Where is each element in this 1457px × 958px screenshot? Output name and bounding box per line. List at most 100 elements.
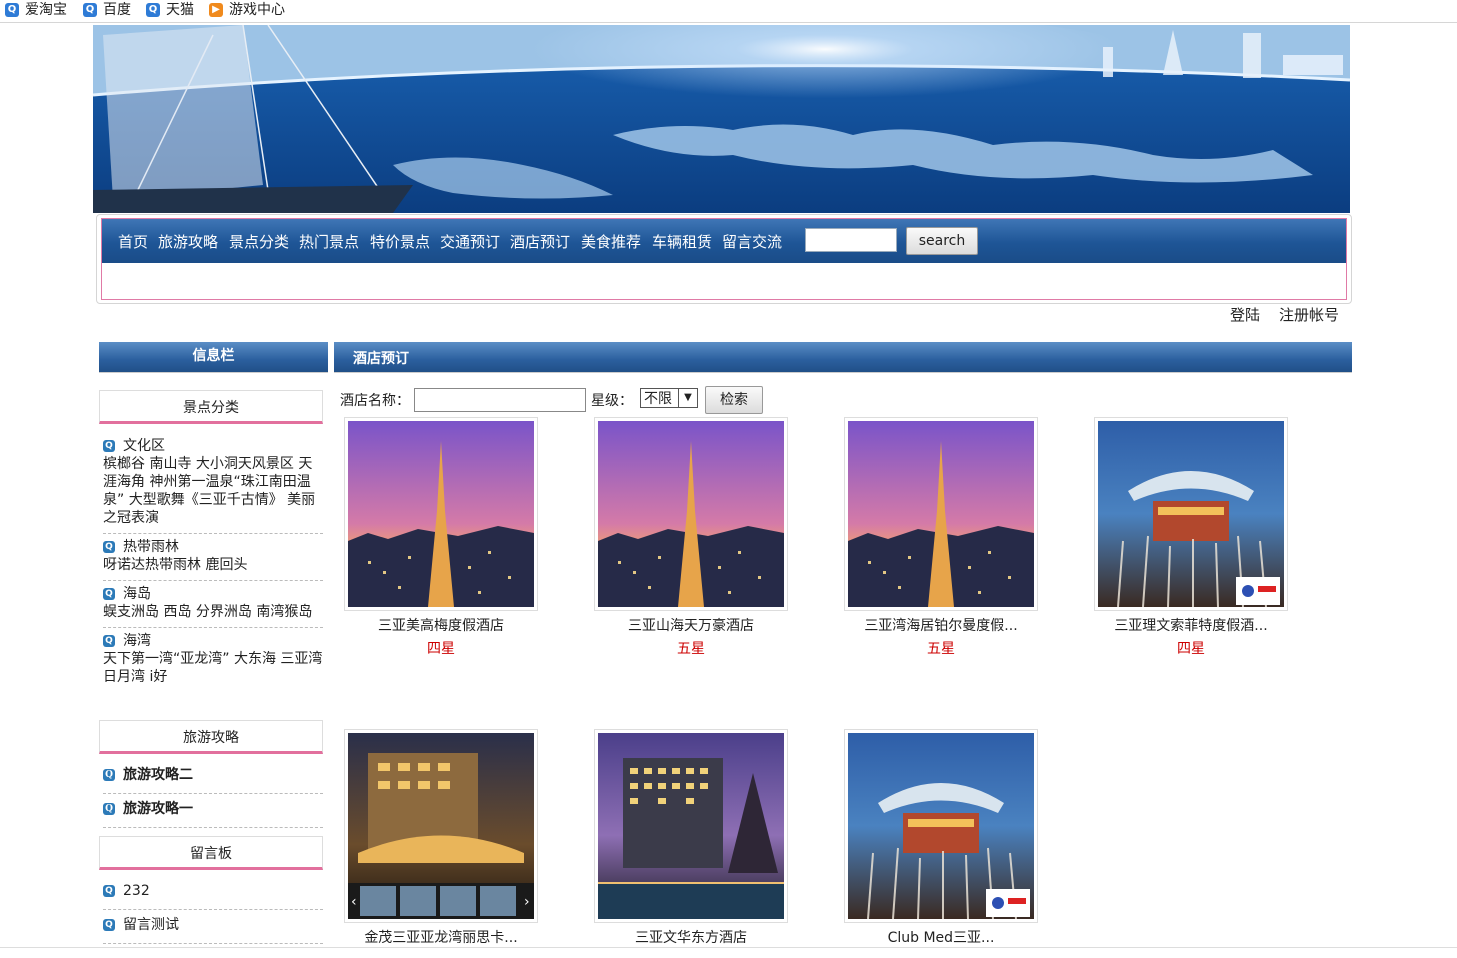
hotel-card: 三亚山海天万豪酒店 五星: [594, 417, 788, 658]
nav-special-attractions[interactable]: 特价景点: [370, 231, 430, 252]
game-icon: ▶: [209, 3, 223, 17]
bookmark-label: 百度: [103, 2, 131, 18]
category-items[interactable]: 天下第一湾“亚龙湾” 大东海 三亚湾 日月湾 i好: [103, 650, 323, 686]
nav-car-rental[interactable]: 车辆租赁: [652, 231, 712, 252]
nav-food-recommend[interactable]: 美食推荐: [581, 231, 641, 252]
filter-search-button[interactable]: 检索: [705, 386, 763, 414]
hotel-card: 三亚文华东方酒店: [594, 729, 788, 947]
category-items[interactable]: 蜈支洲岛 西岛 分界洲岛 南湾猴岛: [103, 603, 323, 621]
star-select[interactable]: 不限 ▼: [640, 388, 698, 408]
hotel-star: 五星: [927, 641, 955, 657]
hotel-name-input[interactable]: [414, 388, 586, 412]
tmall-icon: Q: [146, 3, 160, 17]
category-title[interactable]: 海岛: [123, 586, 151, 602]
nav-search-button[interactable]: search: [906, 227, 978, 255]
bookmark-label: 天猫: [166, 2, 194, 18]
bullet-icon: Q: [103, 769, 115, 781]
bookmark-aitaobao[interactable]: Q 爱淘宝: [5, 1, 67, 19]
bookmark-tmall[interactable]: Q 天猫: [146, 1, 194, 19]
hotel-card: 三亚美高梅度假酒店 四星: [344, 417, 538, 658]
hotel-name[interactable]: Club Med三亚...: [844, 927, 1038, 947]
hotel-image[interactable]: [594, 417, 788, 611]
guides-box-title: 旅游攻略: [99, 720, 323, 754]
board-label: 留言测试: [123, 917, 179, 933]
nav-hot-attractions[interactable]: 热门景点: [299, 231, 359, 252]
board-item[interactable]: Q 留言测试: [103, 910, 323, 944]
main-nav: 首页 旅游攻略 景点分类 热门景点 特价景点 交通预订 酒店预订 美食推荐 车辆…: [102, 219, 1346, 263]
hotel-name[interactable]: 三亚文华东方酒店: [594, 927, 788, 947]
guide-item[interactable]: Q 旅游攻略一: [103, 794, 323, 828]
bullet-icon: Q: [103, 919, 115, 931]
tower-photo: [848, 421, 1034, 607]
category-item: Q 热带雨林 呀诺达热带雨林 鹿回头: [103, 534, 323, 581]
nav-travel-guide[interactable]: 旅游攻略: [158, 231, 218, 252]
category-items[interactable]: 槟榔谷 南山寺 大小洞天风景区 天涯海角 神州第一温泉“珠江南田温泉” 大型歌舞…: [103, 455, 323, 527]
guide-label: 旅游攻略一: [123, 801, 193, 817]
category-title[interactable]: 文化区: [123, 438, 165, 454]
nav-frame: 首页 旅游攻略 景点分类 热门景点 特价景点 交通预订 酒店预订 美食推荐 车辆…: [101, 218, 1347, 300]
hotel-name[interactable]: 三亚山海天万豪酒店: [594, 615, 788, 635]
guide-item[interactable]: Q 旅游攻略二: [103, 760, 323, 794]
svg-text:›: ›: [524, 894, 530, 910]
board-label: 232: [123, 883, 150, 899]
category-title[interactable]: 热带雨林: [123, 539, 179, 555]
nav-hotel-booking[interactable]: 酒店预订: [510, 231, 570, 252]
board-list: Q 232 Q 留言测试: [103, 876, 323, 944]
nav-search-input[interactable]: [805, 228, 897, 252]
hotel-card: ‹ › 金茂三亚亚龙湾丽思卡...: [344, 729, 538, 947]
hotel-image[interactable]: [844, 729, 1038, 923]
hotel-image[interactable]: [594, 729, 788, 923]
categories-box-title: 景点分类: [99, 390, 323, 424]
nav-messages[interactable]: 留言交流: [722, 231, 782, 252]
site-banner: [93, 25, 1350, 213]
bookmark-game-center[interactable]: ▶ 游戏中心: [209, 1, 285, 19]
hotel-name[interactable]: 三亚湾海居铂尔曼度假...: [844, 615, 1038, 635]
resort-photo: [598, 733, 784, 919]
chevron-down-icon: ▼: [678, 389, 697, 407]
taobao-icon: Q: [5, 3, 19, 17]
category-items[interactable]: 呀诺达热带雨林 鹿回头: [103, 556, 323, 574]
hotel-name[interactable]: 三亚美高梅度假酒店: [344, 615, 538, 635]
hotel-name[interactable]: 三亚理文索菲特度假酒...: [1094, 615, 1288, 635]
hotel-card: Club Med三亚...: [844, 729, 1038, 947]
guide-label: 旅游攻略二: [123, 767, 193, 783]
board-item[interactable]: Q 232: [103, 876, 323, 910]
hotel-card: 三亚湾海居铂尔曼度假... 五星: [844, 417, 1038, 658]
tower-photo: [598, 421, 784, 607]
hotel-image[interactable]: ‹ ›: [344, 729, 538, 923]
bookmarks-bar: Q 爱淘宝 Q 百度 Q 天猫 ▶ 游戏中心: [0, 0, 1457, 23]
bookmark-baidu[interactable]: Q 百度: [83, 1, 131, 19]
bookmark-label: 爱淘宝: [25, 2, 67, 18]
tower-photo: [348, 421, 534, 607]
nav-transport-booking[interactable]: 交通预订: [440, 231, 500, 252]
hotel-image[interactable]: [844, 417, 1038, 611]
sidebar-header: 信息栏: [99, 342, 328, 373]
hotel-name[interactable]: 金茂三亚亚龙湾丽思卡...: [344, 927, 538, 947]
guides-list: Q 旅游攻略二 Q 旅游攻略一: [103, 760, 323, 828]
hotel-image[interactable]: [344, 417, 538, 611]
baidu-icon: Q: [83, 3, 97, 17]
bullet-icon: Q: [103, 541, 115, 553]
board-box-title: 留言板: [99, 836, 323, 870]
hotel-night-photo: ‹ ›: [348, 733, 534, 919]
main-header: 酒店预订: [334, 342, 1352, 373]
hotel-card: 三亚理文索菲特度假酒... 四星: [1094, 417, 1288, 658]
banner-image: [93, 25, 1350, 213]
nav-home[interactable]: 首页: [118, 231, 148, 252]
bullet-icon: Q: [103, 803, 115, 815]
page-bottom-divider: [0, 947, 1457, 948]
fountain-photo: [848, 733, 1034, 919]
fountain-photo: [1098, 421, 1284, 607]
main-title: 酒店预订: [353, 351, 409, 367]
category-item: Q 文化区 槟榔谷 南山寺 大小洞天风景区 天涯海角 神州第一温泉“珠江南田温泉”…: [103, 433, 323, 534]
hotel-star: 五星: [677, 641, 705, 657]
star-select-value: 不限: [644, 391, 672, 407]
register-link[interactable]: 注册帐号: [1279, 304, 1339, 325]
bullet-icon: Q: [103, 588, 115, 600]
nav-attraction-categories[interactable]: 景点分类: [229, 231, 289, 252]
hotel-star: 四星: [1177, 641, 1205, 657]
category-title[interactable]: 海湾: [123, 633, 151, 649]
hotel-image[interactable]: [1094, 417, 1288, 611]
main-nav-container: 首页 旅游攻略 景点分类 热门景点 特价景点 交通预订 酒店预订 美食推荐 车辆…: [96, 214, 1352, 304]
login-link[interactable]: 登陆: [1230, 304, 1260, 325]
